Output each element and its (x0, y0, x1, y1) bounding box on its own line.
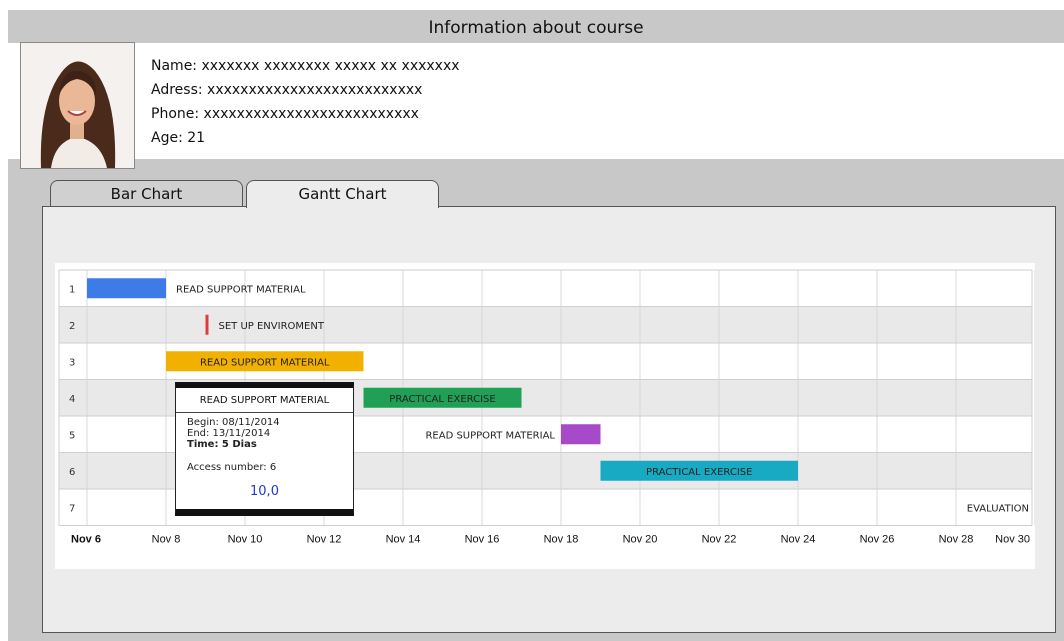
gantt-bar-label: READ SUPPORT MATERIAL (200, 357, 330, 368)
gantt-tick-label: Nov 6 (71, 534, 101, 546)
gantt-bar-label: READ SUPPORT MATERIAL (176, 284, 306, 295)
gantt-bar-label: SET UP ENVIROMENT (219, 321, 325, 332)
gantt-bar-label: EVALUATION (967, 503, 1029, 514)
profile-age: Age: 21 (151, 130, 206, 146)
tooltip-end: End: 13/11/2014 (187, 428, 271, 439)
gantt-row-bg (59, 306, 1032, 343)
gantt-bar (561, 424, 601, 445)
gantt-tick-label: Nov 20 (623, 534, 658, 546)
gantt-tick-label: Nov 16 (465, 534, 500, 546)
gantt-row-number: 6 (69, 467, 75, 478)
gantt-bar-label: PRACTICAL EXERCISE (389, 394, 495, 405)
tooltip-score: 10,0 (250, 484, 279, 499)
gantt-bar (205, 314, 209, 335)
person-photo-icon (21, 43, 134, 168)
gantt-tick-label: Nov 30 (995, 534, 1030, 546)
gantt-row-number: 2 (69, 321, 75, 332)
gantt-row-number: 3 (69, 357, 75, 368)
tooltip-begin: Begin: 08/11/2014 (187, 417, 280, 428)
gantt-bar (87, 278, 166, 299)
gantt-bar-label: READ SUPPORT MATERIAL (425, 430, 555, 441)
task-tooltip: READ SUPPORT MATERIAL Begin: 08/11/2014 … (175, 382, 354, 516)
gantt-tick-label: Nov 14 (386, 534, 421, 546)
profile-phone: Phone: xxxxxxxxxxxxxxxxxxxxxxxxxx (151, 106, 419, 122)
tooltip-access: Access number: 6 (187, 462, 277, 473)
tab-bar-chart[interactable]: Bar Chart (50, 180, 243, 206)
gantt-tick-label: Nov 22 (702, 534, 737, 546)
gantt-row-number: 4 (69, 394, 75, 405)
tab-gantt-chart[interactable]: Gantt Chart (246, 180, 439, 208)
gantt-row-number: 7 (69, 503, 75, 514)
profile-name: Name: xxxxxxx xxxxxxxx xxxxx xx xxxxxxx (151, 58, 460, 74)
page-title: Information about course (8, 10, 1064, 43)
gantt-row-number: 1 (69, 284, 75, 295)
gantt-tick-label: Nov 26 (860, 534, 895, 546)
gantt-tick-label: Nov 24 (781, 534, 816, 546)
profile-photo (20, 42, 135, 169)
gantt-tick-label: Nov 18 (544, 534, 579, 546)
profile-info: Name: xxxxxxx xxxxxxxx xxxxx xx xxxxxxx … (151, 54, 460, 150)
gantt-tick-label: Nov 8 (152, 534, 181, 546)
gantt-tick-label: Nov 10 (228, 534, 263, 546)
gantt-tick-label: Nov 28 (939, 534, 974, 546)
profile-address: Adress: xxxxxxxxxxxxxxxxxxxxxxxxxx (151, 82, 423, 98)
tooltip-title: READ SUPPORT MATERIAL (176, 388, 353, 413)
gantt-tick-label: Nov 12 (307, 534, 342, 546)
gantt-row-number: 5 (69, 430, 75, 441)
gantt-bar-label: PRACTICAL EXERCISE (646, 467, 752, 478)
tooltip-time: Time: 5 Dias (187, 439, 257, 450)
